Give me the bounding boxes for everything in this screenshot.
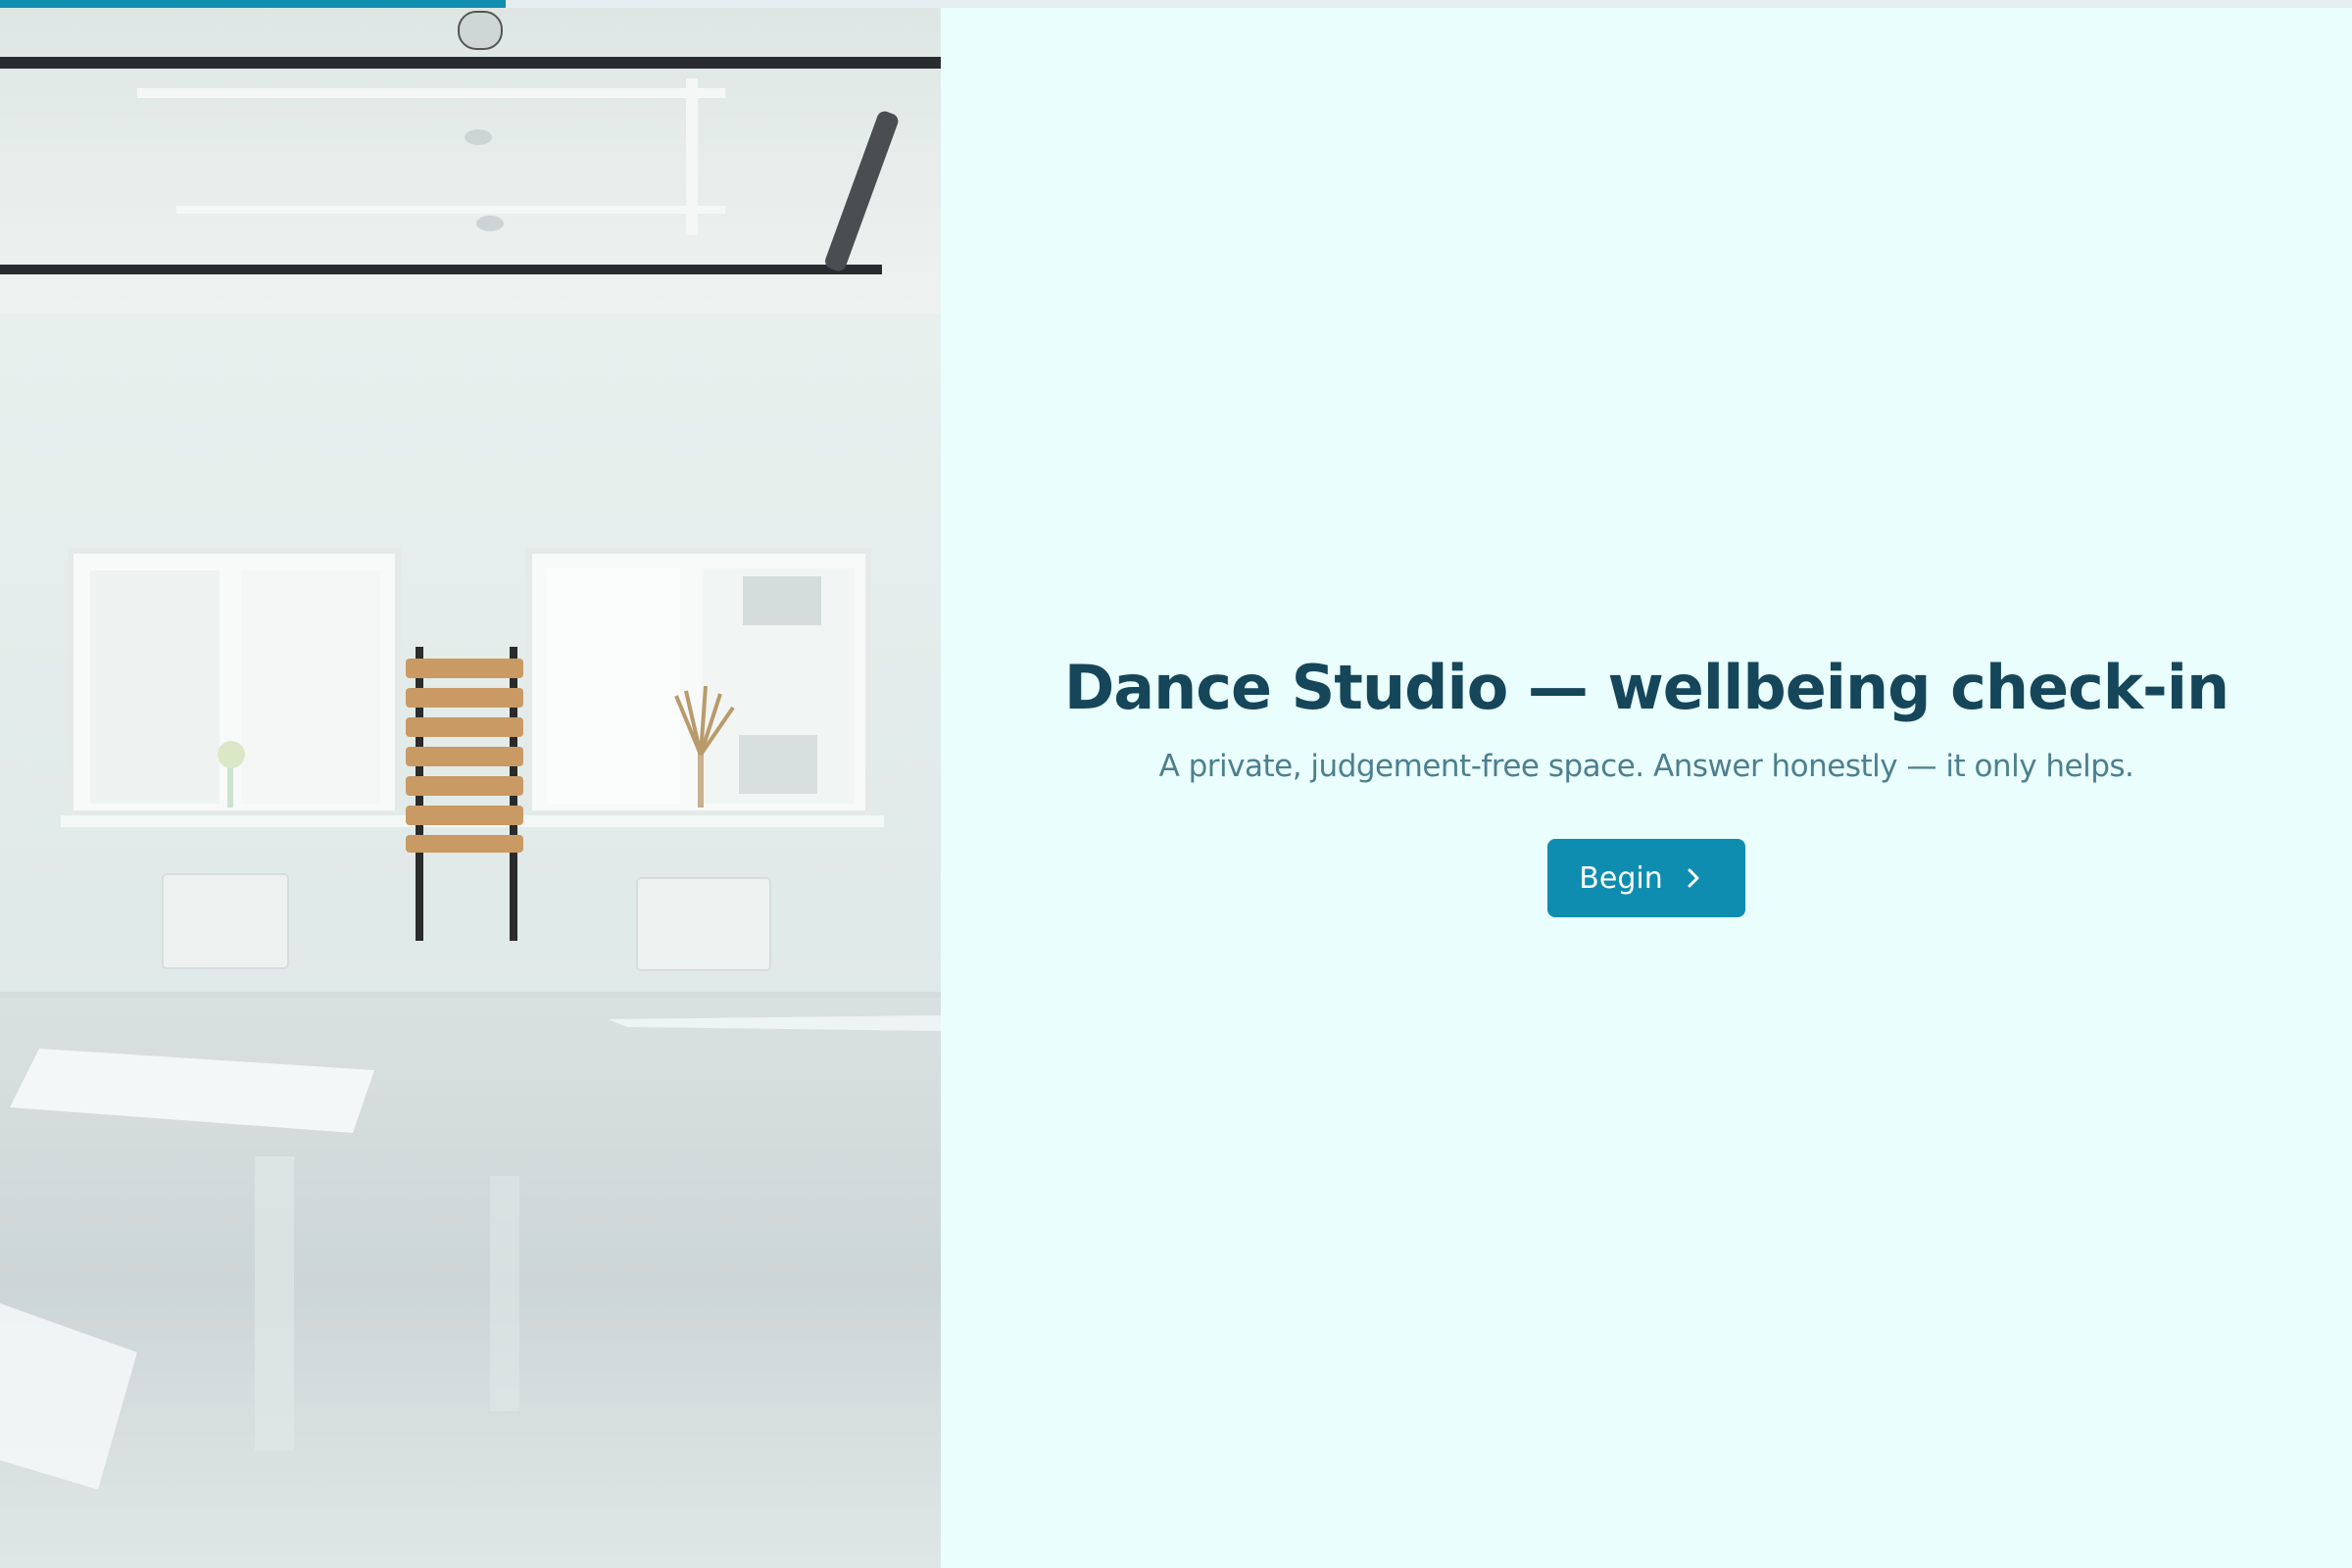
progress-bar (0, 0, 2352, 8)
checkin-intro-panel: Dance Studio — wellbeing check-in A priv… (941, 0, 2352, 1568)
hero: Dance Studio — wellbeing check-in A priv… (941, 647, 2352, 917)
chevron-right-icon (1685, 866, 1702, 890)
page-title: Dance Studio — wellbeing check-in (1063, 652, 2230, 723)
page-subtitle: A private, judgement-free space. Answer … (1158, 749, 2134, 784)
studio-illustration (0, 0, 941, 1568)
wellbeing-checkin-page: Dance Studio — wellbeing check-in A priv… (0, 0, 2352, 1568)
begin-button[interactable]: Begin (1547, 839, 1745, 917)
progress-bar-fill (0, 0, 506, 8)
begin-button-label: Begin (1579, 860, 1663, 896)
studio-photo (0, 0, 941, 1568)
